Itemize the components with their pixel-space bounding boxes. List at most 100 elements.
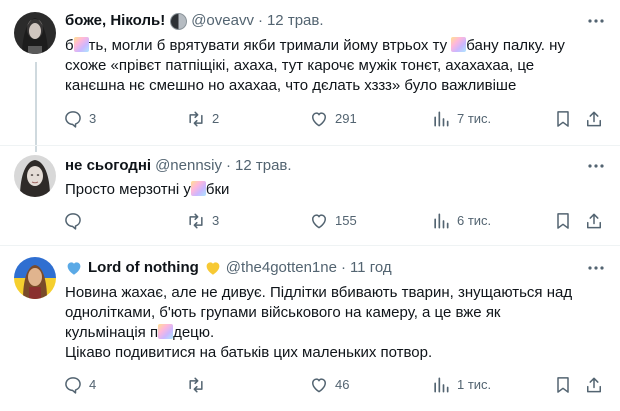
tweet-text: б ть, могли б врятувати якби тримали йому… <box>65 36 605 96</box>
thread-line <box>35 62 37 152</box>
text-segment: бану палку. ну <box>466 37 565 54</box>
retweet-icon <box>189 111 203 127</box>
censor-blur <box>158 324 174 339</box>
tweet[interactable]: не сьогодні @nennsiy · 12 трав. Просто м… <box>0 145 620 245</box>
display-name[interactable]: Lord of nothing <box>88 258 199 278</box>
views-count: 6 тис. <box>457 213 492 228</box>
bookmark-icon <box>557 213 569 229</box>
user-handle[interactable]: @the4gotten1ne <box>226 258 337 278</box>
action-bar: 3 155 6 тис. <box>63 211 608 235</box>
text-segment: однолітками, б'ють групами військового н… <box>65 304 501 321</box>
tweet-header: не сьогодні @nennsiy · 12 трав. <box>65 156 292 176</box>
tweet-header: Lord of nothing @the4gotten1ne · 11 год <box>65 258 392 278</box>
bookmark-button[interactable] <box>553 375 573 395</box>
avatar[interactable] <box>14 155 56 197</box>
blue-heart-emoji-icon <box>67 262 81 275</box>
views-button[interactable]: 7 тис. <box>431 109 491 129</box>
share-icon <box>587 111 601 127</box>
share-button[interactable] <box>584 375 604 395</box>
heart-icon <box>312 214 326 229</box>
avatar[interactable] <box>14 12 56 54</box>
like-count: 46 <box>335 377 350 392</box>
tweet-text: Новина жахає, але не дивує. Підлітки вби… <box>65 283 605 363</box>
text-segment: Просто мерзотні у <box>65 181 191 198</box>
timestamp[interactable]: 12 трав. <box>267 11 324 31</box>
tweet-header: боже, Ніколь! @oveavv · 12 трав. <box>65 11 324 31</box>
avatar[interactable] <box>14 257 56 299</box>
text-segment: кульмінація п <box>65 324 159 341</box>
text-line: однолітками, б'ють групами військового н… <box>65 303 605 323</box>
views-button[interactable]: 6 тис. <box>431 211 491 231</box>
separator-dot: · <box>340 259 346 276</box>
retweet-button[interactable] <box>186 375 212 395</box>
display-name[interactable]: боже, Ніколь! <box>65 11 165 31</box>
text-segment: Новина жахає, але не дивує. Підлітки вби… <box>65 284 573 301</box>
censor-blur <box>451 37 467 52</box>
reply-button[interactable]: 3 <box>63 109 96 129</box>
bookmark-button[interactable] <box>553 211 573 231</box>
reply-icon <box>65 377 81 394</box>
text-line: канєшна нє смешно но ахахаа, что дєлать … <box>65 76 605 96</box>
yellow-heart-emoji-icon <box>206 262 220 275</box>
moon-emoji-icon <box>170 12 188 30</box>
like-count: 291 <box>335 111 357 126</box>
separator-dot: · <box>226 157 231 174</box>
retweet-count: 2 <box>212 111 220 126</box>
text-segment: канєшна нє смешно но ахахаа, что дєлать … <box>65 77 517 94</box>
text-segment: схоже «прівєт патпіщікі, ахаха, тут каро… <box>65 57 535 74</box>
text-segment: децю. <box>173 324 215 341</box>
retweet-icon <box>189 377 203 393</box>
views-count: 1 тис. <box>457 377 492 392</box>
share-icon <box>587 377 601 393</box>
retweet-icon <box>189 213 203 229</box>
views-count: 7 тис. <box>457 111 492 126</box>
text-line: б ть, могли б врятувати якби тримали йому… <box>65 36 605 56</box>
more-icon[interactable] <box>586 156 606 176</box>
text-segment: бки <box>205 181 230 198</box>
more-icon[interactable] <box>586 258 606 278</box>
views-chart-icon <box>434 213 449 229</box>
tweet[interactable]: Lord of nothing @the4gotten1ne · 11 год … <box>0 245 620 411</box>
like-button[interactable]: 46 <box>309 375 349 395</box>
reply-button[interactable]: 4 <box>63 375 96 395</box>
text-segment: ть, могли б врятувати якби тримали йому … <box>88 37 452 54</box>
tweet[interactable]: боже, Ніколь! @oveavv · 12 трав. б ть, мо… <box>0 0 620 152</box>
reply-icon <box>65 213 81 230</box>
text-segment: Цікаво подивитися на батьків цих маленьк… <box>65 344 433 361</box>
retweet-button[interactable]: 3 <box>186 211 219 231</box>
bookmark-button[interactable] <box>553 109 573 129</box>
text-line: Цікаво подивитися на батьків цих маленьк… <box>65 343 605 363</box>
action-bar: 3 2 291 7 тис. <box>63 109 608 133</box>
timestamp[interactable]: 12 трав. <box>235 156 292 176</box>
user-handle[interactable]: @nennsiy <box>155 156 222 176</box>
retweet-button[interactable]: 2 <box>186 109 219 129</box>
share-icon <box>587 213 601 229</box>
tweet-text: Просто мерзотні у бки <box>65 180 605 200</box>
text-segment: б <box>65 37 74 54</box>
views-chart-icon <box>434 111 449 127</box>
share-button[interactable] <box>584 211 604 231</box>
like-button[interactable]: 291 <box>309 109 357 129</box>
timestamp[interactable]: 11 год <box>350 258 392 278</box>
share-button[interactable] <box>584 109 604 129</box>
reply-count: 4 <box>89 377 97 392</box>
action-bar: 4 46 1 тис. <box>63 375 608 399</box>
reply-count: 3 <box>89 111 97 126</box>
retweet-count: 3 <box>212 213 220 228</box>
text-line: схоже «прівєт патпіщікі, ахаха, тут каро… <box>65 56 605 76</box>
reply-button[interactable] <box>63 211 89 231</box>
bookmark-icon <box>557 377 569 393</box>
views-chart-icon <box>434 377 449 393</box>
user-handle[interactable]: @oveavv <box>191 11 254 31</box>
heart-icon <box>312 112 326 127</box>
separator-dot: · <box>257 12 263 29</box>
display-name[interactable]: не сьогодні <box>65 156 151 176</box>
text-line: Просто мерзотні у бки <box>65 180 605 200</box>
more-icon[interactable] <box>586 11 606 31</box>
text-line: кульмінація п децю. <box>65 323 605 343</box>
views-button[interactable]: 1 тис. <box>431 375 491 395</box>
like-button[interactable]: 155 <box>309 211 357 231</box>
text-line: Новина жахає, але не дивує. Підлітки вби… <box>65 283 605 303</box>
reply-icon <box>65 111 81 128</box>
bookmark-icon <box>557 111 569 127</box>
